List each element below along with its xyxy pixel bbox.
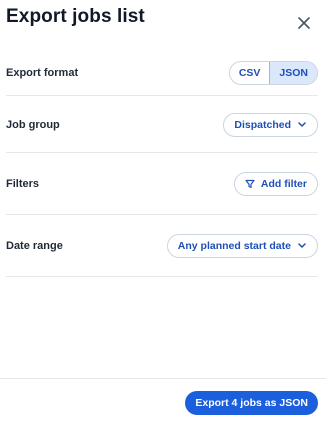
job-group-row: Job group Dispatched [6, 113, 318, 137]
export-format-label: Export format [6, 67, 79, 79]
chevron-down-icon [297, 120, 307, 130]
divider [6, 214, 318, 215]
divider [6, 152, 318, 153]
format-option-json[interactable]: JSON [269, 62, 317, 84]
date-range-value: Any planned start date [177, 240, 291, 252]
date-range-dropdown[interactable]: Any planned start date [166, 234, 318, 258]
export-format-row: Export format CSV JSON [6, 61, 318, 85]
format-option-csv[interactable]: CSV [230, 62, 270, 84]
date-range-row: Date range Any planned start date [6, 234, 318, 258]
job-group-label: Job group [6, 119, 60, 131]
add-filter-label: Add filter [260, 178, 307, 190]
close-button[interactable] [292, 11, 316, 35]
export-dialog: Export jobs list Export format CSV JSON … [0, 0, 326, 422]
close-icon [298, 17, 310, 29]
dialog-header: Export jobs list [6, 4, 316, 38]
date-range-label: Date range [6, 240, 63, 252]
chevron-down-icon [297, 241, 307, 251]
divider [6, 95, 318, 96]
divider [6, 276, 318, 277]
filter-icon [245, 179, 255, 189]
filters-label: Filters [6, 178, 40, 190]
job-group-value: Dispatched [234, 119, 291, 131]
job-group-dropdown[interactable]: Dispatched [223, 113, 318, 137]
footer-divider [0, 378, 326, 379]
export-format-toggle: CSV JSON [228, 61, 318, 85]
add-filter-button[interactable]: Add filter [233, 172, 318, 196]
dialog-title: Export jobs list [6, 6, 145, 27]
export-button[interactable]: Export 4 jobs as JSON [185, 391, 318, 415]
filters-row: Filters Add filter [6, 172, 318, 196]
